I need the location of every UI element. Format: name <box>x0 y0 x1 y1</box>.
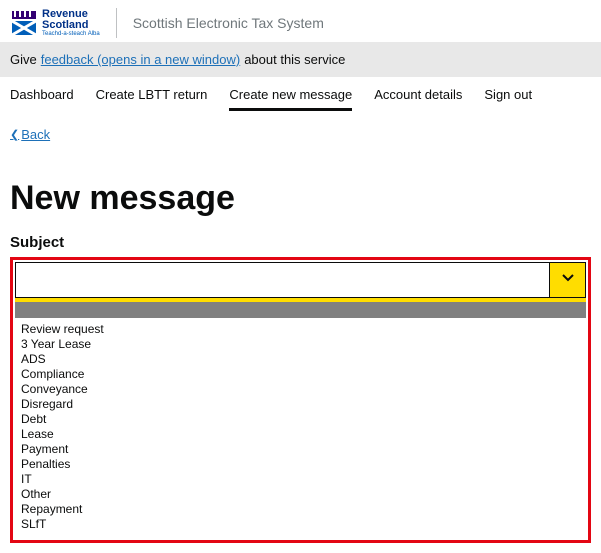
subject-option[interactable]: Review request <box>21 322 580 337</box>
nav-create-message[interactable]: Create new message <box>229 87 352 111</box>
subject-option[interactable]: Debt <box>21 412 580 427</box>
highlight-annotation: Review request 3 Year Lease ADS Complian… <box>10 257 591 543</box>
subject-option[interactable]: Lease <box>21 427 580 442</box>
dropdown-header-bar <box>15 302 586 318</box>
subject-option[interactable]: Compliance <box>21 367 580 382</box>
subject-options-list: Review request 3 Year Lease ADS Complian… <box>15 318 586 538</box>
divider <box>116 8 117 38</box>
system-name: Scottish Electronic Tax System <box>133 15 324 31</box>
primary-nav: Dashboard Create LBTT return Create new … <box>0 77 601 111</box>
subject-option[interactable]: ADS <box>21 352 580 367</box>
subject-option[interactable]: Other <box>21 487 580 502</box>
subject-option[interactable]: 3 Year Lease <box>21 337 580 352</box>
feedback-link[interactable]: feedback (opens in a new window) <box>41 52 240 67</box>
feedback-bar: Give feedback (opens in a new window) ab… <box>0 42 601 77</box>
subject-select-toggle[interactable] <box>549 263 585 297</box>
main: New message Subject Review request 3 Yea… <box>0 143 601 553</box>
subject-option[interactable]: IT <box>21 472 580 487</box>
page-title: New message <box>10 179 591 218</box>
subject-label: Subject <box>10 234 591 251</box>
feedback-suffix: about this service <box>244 52 345 67</box>
subject-option[interactable]: Conveyance <box>21 382 580 397</box>
revenue-scotland-logo-icon <box>10 9 38 37</box>
subject-option[interactable]: Payment <box>21 442 580 457</box>
nav-account[interactable]: Account details <box>374 87 462 111</box>
back-link[interactable]: ❮ Back <box>10 127 50 142</box>
chevron-left-icon: ❮ <box>10 128 19 141</box>
subject-select[interactable]: Review request 3 Year Lease ADS Complian… <box>15 262 586 538</box>
back-label: Back <box>21 127 50 142</box>
subject-option[interactable]: Penalties <box>21 457 580 472</box>
subject-option[interactable]: Disregard <box>21 397 580 412</box>
logo-tagline: Teachd-a-steach Alba <box>42 31 100 37</box>
chevron-down-icon <box>562 271 574 289</box>
nav-dashboard[interactable]: Dashboard <box>10 87 74 111</box>
logo[interactable]: Revenue Scotland Teachd-a-steach Alba <box>10 9 100 37</box>
subject-select-value[interactable] <box>16 263 549 297</box>
logo-text: Revenue Scotland Teachd-a-steach Alba <box>42 9 100 37</box>
feedback-prefix: Give <box>10 52 37 67</box>
subject-option[interactable]: SLfT <box>21 517 580 532</box>
nav-create-lbtt[interactable]: Create LBTT return <box>96 87 208 111</box>
header: Revenue Scotland Teachd-a-steach Alba Sc… <box>0 0 601 42</box>
logo-line2: Scotland <box>42 20 100 31</box>
subject-select-field[interactable] <box>15 262 586 298</box>
nav-signout[interactable]: Sign out <box>484 87 532 111</box>
subject-option[interactable]: Repayment <box>21 502 580 517</box>
